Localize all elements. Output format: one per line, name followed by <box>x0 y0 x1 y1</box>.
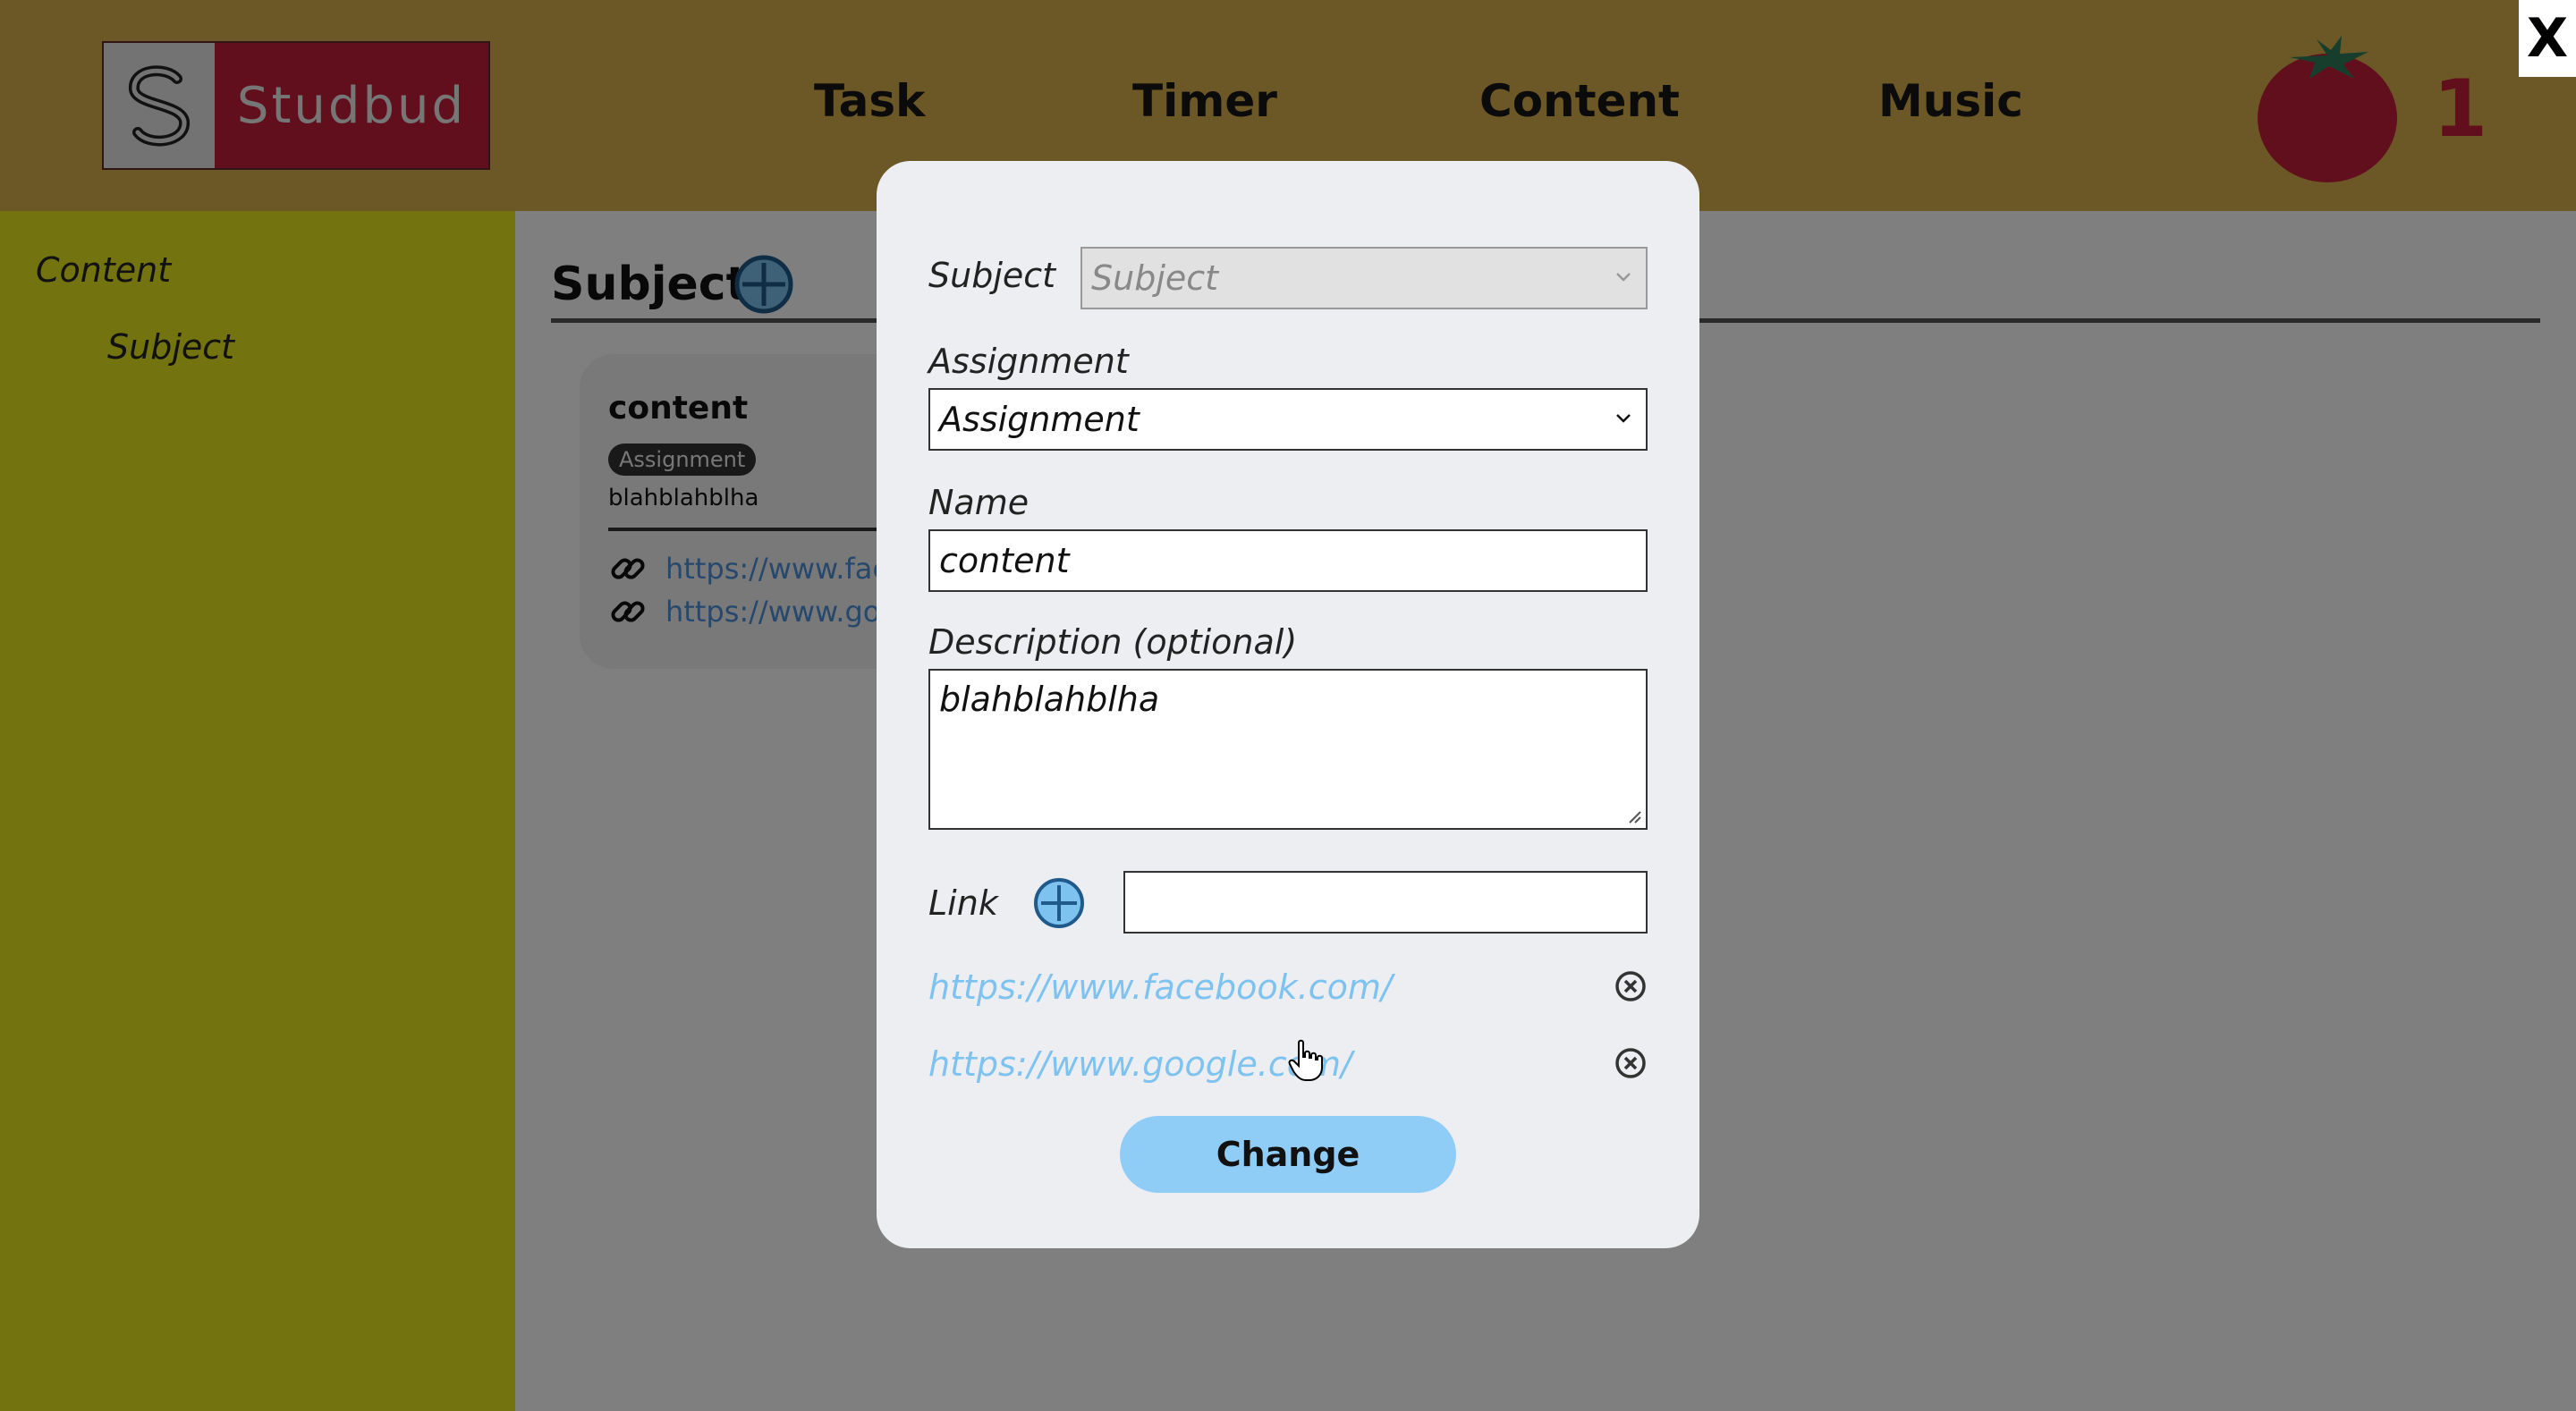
subject-select[interactable]: Subject <box>1080 247 1648 309</box>
remove-link-icon[interactable] <box>1614 969 1648 1003</box>
link-item-facebook[interactable]: https://www.facebook.com/ <box>928 967 1393 1007</box>
subject-label: Subject <box>928 256 1056 295</box>
assignment-label: Assignment <box>928 342 1129 381</box>
chevron-down-icon <box>1616 273 1631 282</box>
link-label: Link <box>928 883 998 923</box>
remove-link-icon[interactable] <box>1614 1046 1648 1080</box>
assignment-select-value: Assignment <box>939 400 1140 439</box>
description-value: blahblahblha <box>939 680 1160 719</box>
link-input[interactable] <box>1123 871 1648 934</box>
add-link-icon[interactable] <box>1032 876 1086 930</box>
description-textarea[interactable]: blahblahblha <box>928 669 1648 830</box>
name-label: Name <box>928 483 1030 522</box>
close-button[interactable]: X <box>2519 0 2576 77</box>
hand-cursor-icon <box>1288 1039 1323 1081</box>
change-button[interactable]: Change <box>1120 1116 1456 1193</box>
subject-select-value: Subject <box>1091 258 1219 298</box>
description-label: Description (optional) <box>928 622 1298 662</box>
name-input[interactable]: content <box>928 529 1648 592</box>
resize-handle-icon[interactable] <box>1628 810 1642 824</box>
chevron-down-icon <box>1616 414 1631 423</box>
assignment-select[interactable]: Assignment <box>928 388 1648 451</box>
edit-content-modal: Subject Subject Assignment Assignment Na… <box>877 161 1699 1248</box>
